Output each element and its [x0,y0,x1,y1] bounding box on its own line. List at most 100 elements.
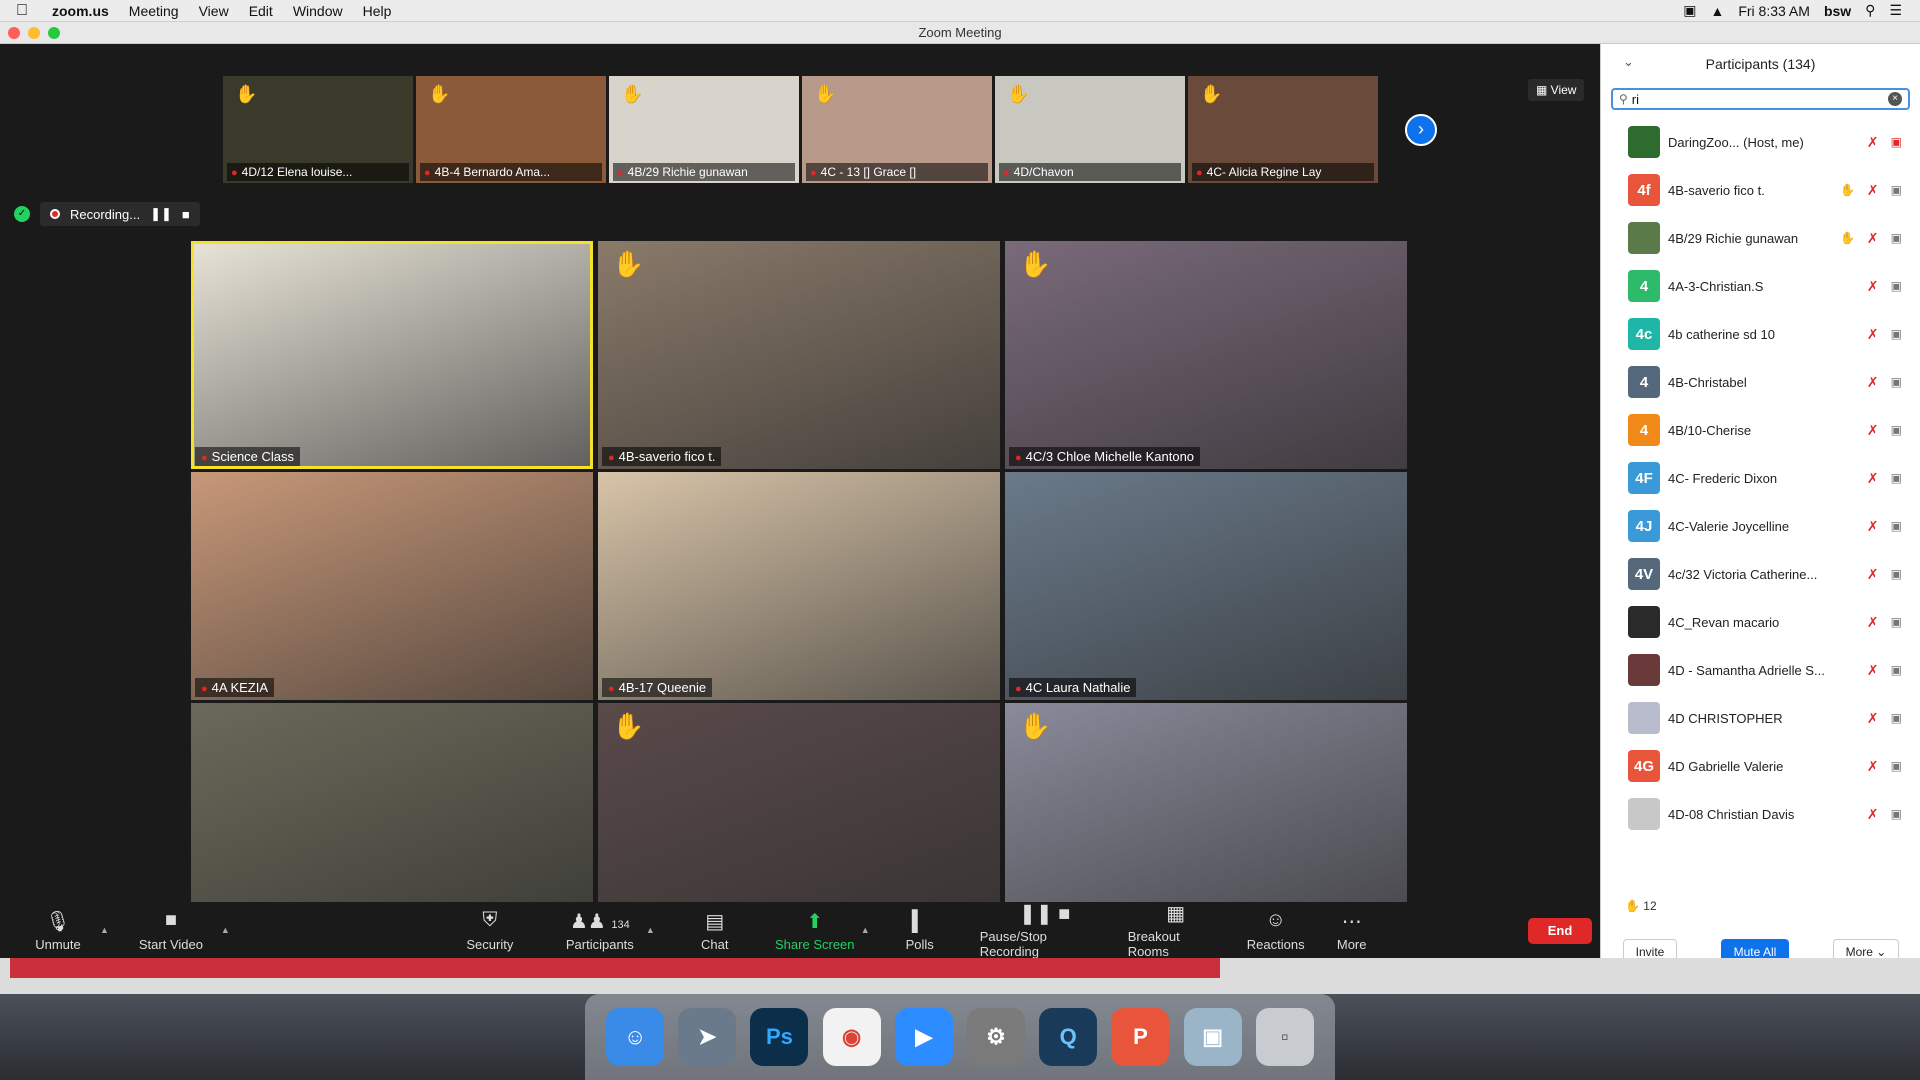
camera-icon[interactable]: ▣ [1891,807,1902,821]
quicktime-icon[interactable]: Q [1039,1008,1098,1066]
camera-icon[interactable]: ▣ [1891,135,1902,149]
muted-mic-icon[interactable]: ✗ [1867,278,1879,295]
participant-row[interactable]: 4F 4C- Frederic Dixon ✗ ▣ [1601,454,1920,502]
spotlight-search-icon[interactable]: ⚲ [1865,2,1875,19]
camera-icon[interactable]: ▣ [1891,519,1902,533]
participant-row[interactable]: 4G 4D Gabrielle Valerie ✗ ▣ [1601,742,1920,790]
video-options-caret-icon[interactable]: ▲ [221,925,230,935]
camera-icon[interactable]: ▣ [1891,327,1902,341]
video-tile[interactable]: ● 4A KEZIA [191,472,593,700]
chrome-icon[interactable]: ◉ [822,1008,881,1066]
trash-icon[interactable]: ▫ [1255,1008,1314,1066]
participants-caret-icon[interactable]: ▲ [646,925,655,935]
control-center-icon[interactable]: ☰ [1889,2,1902,19]
muted-mic-icon[interactable]: ✗ [1867,806,1879,823]
camera-icon[interactable]: ▣ [1891,279,1902,293]
preview-icon[interactable]: ▣ [1183,1008,1242,1066]
muted-mic-icon[interactable]: ✗ [1867,518,1879,535]
video-tile[interactable]: ✋ ● 4B-saverio fico t. [598,241,1000,469]
muted-mic-icon[interactable]: ✗ [1867,470,1879,487]
camera-icon[interactable]: ▣ [1891,423,1902,437]
pause-recording-icon[interactable]: ❚❚ [150,206,172,222]
video-tile[interactable]: ● 4B-17 Queenie [598,472,1000,700]
filmstrip-tile[interactable]: ✋ ● 4C- Alicia Regine Lay [1188,76,1378,183]
video-tile[interactable]: ● 4C Laura Nathalie [1005,472,1407,700]
participant-search-input[interactable]: ⚲ ri × [1611,88,1910,110]
video-tile[interactable]: ✋●4D Lindsay - 21 [598,703,1000,931]
participant-row[interactable]: 4D - Samantha Adrielle S... ✗ ▣ [1601,646,1920,694]
more-button[interactable]: ⋯ More [1332,902,1372,958]
powerpoint-icon[interactable]: P [1111,1008,1170,1066]
muted-mic-icon[interactable]: ✗ [1867,134,1879,151]
participant-row[interactable]: 4 4B/10-Cherise ✗ ▣ [1601,406,1920,454]
participant-row[interactable]: 4D-08 Christian Davis ✗ ▣ [1601,790,1920,838]
menu-edit[interactable]: Edit [249,3,273,19]
filmstrip-tile[interactable]: ✋ ● 4B-4 Bernardo Ama... [416,76,606,183]
encryption-shield-icon[interactable]: ✓ [14,206,30,222]
search-value[interactable]: ri [1632,92,1888,107]
muted-mic-icon[interactable]: ✗ [1867,758,1879,775]
app-menu[interactable]: zoom.us [52,3,109,19]
menu-meeting[interactable]: Meeting [129,3,179,19]
user-menu[interactable]: bsw [1824,3,1851,19]
participant-row[interactable]: 4c 4b catherine sd 10 ✗ ▣ [1601,310,1920,358]
pause-stop-recording-button[interactable]: ❚❚ ■ Pause/Stop Recording [980,902,1110,959]
filmstrip-tile[interactable]: ✋ ● 4C - 13 [] Grace [] [802,76,992,183]
muted-mic-icon[interactable]: ✗ [1867,374,1879,391]
muted-mic-icon[interactable]: ✗ [1867,230,1879,247]
clear-search-icon[interactable]: × [1888,92,1902,106]
camera-icon[interactable]: ▣ [1891,567,1902,581]
participant-row[interactable]: 4V 4c/32 Victoria Catherine... ✗ ▣ [1601,550,1920,598]
camera-icon[interactable]: ▣ [1891,471,1902,485]
camera-icon[interactable]: ▣ [1891,615,1902,629]
breakout-rooms-button[interactable]: ▦ Breakout Rooms [1128,902,1224,959]
video-tile[interactable]: ✋●4A Michelle [1005,703,1407,931]
share-screen-button[interactable]: ⬆ Share Screen [775,902,855,958]
muted-mic-icon[interactable]: ✗ [1867,662,1879,679]
clock[interactable]: Fri 8:33 AM [1738,3,1810,19]
camera-icon[interactable]: ▣ [1891,183,1902,197]
share-options-caret-icon[interactable]: ▲ [861,925,870,935]
camera-icon[interactable]: ▣ [1891,231,1902,245]
participant-row[interactable]: 4D CHRISTOPHER ✗ ▣ [1601,694,1920,742]
video-tile[interactable]: ✋ ● 4C/3 Chloe Michelle Kantono [1005,241,1407,469]
participant-row[interactable]: DaringZoo... (Host, me) ✗ ▣ [1601,118,1920,166]
camera-icon[interactable]: ▣ [1891,663,1902,677]
camera-icon[interactable]: ▣ [1891,375,1902,389]
unmute-button[interactable]: 🎙 Unmute [22,902,94,958]
participant-row[interactable]: 4B/29 Richie gunawan ✋ ✗ ▣ [1601,214,1920,262]
wifi-icon[interactable]: ▲ [1710,3,1724,19]
chat-button[interactable]: ▤ Chat [695,902,735,958]
next-page-arrow-icon[interactable]: › [1405,114,1437,146]
system-preferences-icon[interactable]: ⚙ [967,1008,1026,1066]
video-tile[interactable]: ● Science Class [191,241,593,469]
participant-row[interactable]: 4f 4B-saverio fico t. ✋ ✗ ▣ [1601,166,1920,214]
muted-mic-icon[interactable]: ✗ [1867,566,1879,583]
filmstrip-tile[interactable]: ✋ ● 4D/Chavon [995,76,1185,183]
reactions-button[interactable]: ☺ Reactions [1244,902,1308,958]
participant-row[interactable]: 4 4A-3-Christian.S ✗ ▣ [1601,262,1920,310]
photoshop-icon[interactable]: Ps [750,1008,809,1066]
participant-row[interactable]: 4 4B-Christabel ✗ ▣ [1601,358,1920,406]
end-meeting-button[interactable]: End [1528,918,1592,944]
video-tile[interactable]: ●4C-Dewi Julya T [191,703,593,931]
menu-window[interactable]: Window [293,3,343,19]
view-button[interactable]: ▦ View [1528,79,1585,101]
close-window-button[interactable] [8,27,20,39]
filmstrip-tile[interactable]: ✋ ● 4D/12 Elena louise... [223,76,413,183]
menu-view[interactable]: View [199,3,229,19]
participants-button[interactable]: ♟♟ 134 Participants [560,902,640,958]
security-button[interactable]: ⛨ Security [460,902,520,958]
filmstrip-tile[interactable]: ✋ ● 4B/29 Richie gunawan [609,76,799,183]
collapse-panel-chevron-icon[interactable]: ⌄ [1623,54,1634,70]
camera-icon[interactable]: ▣ [1891,759,1902,773]
maximize-window-button[interactable] [48,27,60,39]
muted-mic-icon[interactable]: ✗ [1867,710,1879,727]
audio-options-caret-icon[interactable]: ▲ [100,925,109,935]
muted-mic-icon[interactable]: ✗ [1867,182,1879,199]
muted-mic-icon[interactable]: ✗ [1867,614,1879,631]
muted-mic-icon[interactable]: ✗ [1867,326,1879,343]
zoom-app-icon[interactable]: ▶ [894,1008,953,1066]
zoom-status-icon[interactable]: ▣ [1683,2,1696,19]
minimize-window-button[interactable] [28,27,40,39]
